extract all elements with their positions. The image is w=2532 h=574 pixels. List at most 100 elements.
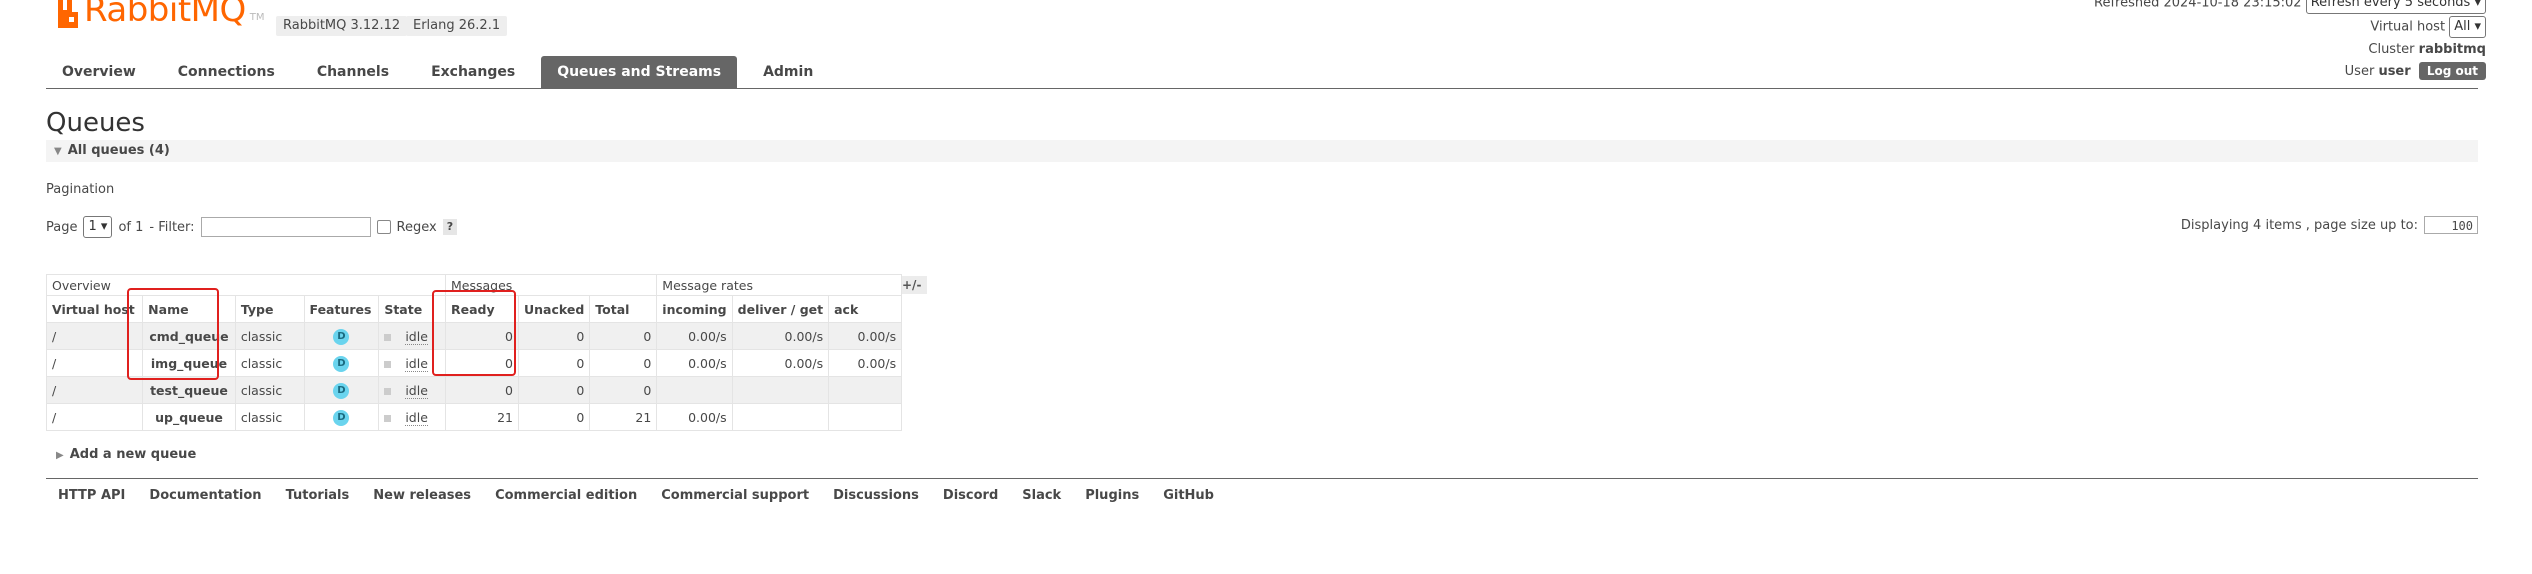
cell-incoming: 0.00/s [656, 349, 733, 377]
page-size-input[interactable]: 100 [2424, 216, 2478, 234]
table-row[interactable]: / cmd_queue classic D idle 0 0 0 0.00/s … [45, 322, 903, 350]
cell-type: classic [234, 349, 305, 377]
cell-features: D [303, 349, 380, 377]
col-name[interactable]: Name [142, 295, 236, 323]
rabbitmq-logo[interactable]: RabbitMQ TM [56, 0, 265, 34]
queue-name-link[interactable]: img_queue [142, 349, 236, 377]
table-row[interactable]: / img_queue classic D idle 0 0 0 0.00/s … [45, 349, 903, 377]
cell-vhost: / [45, 376, 144, 404]
col-type[interactable]: Type [234, 295, 305, 323]
footer-link-slack[interactable]: Slack [1022, 488, 1061, 503]
cluster-label: Cluster [2368, 42, 2415, 57]
col-ack[interactable]: ack [828, 295, 903, 323]
tab-admin[interactable]: Admin [747, 56, 829, 88]
tab-queues-and-streams[interactable]: Queues and Streams [541, 56, 738, 88]
cell-type: classic [234, 376, 305, 404]
col-unacked[interactable]: Unacked [517, 295, 591, 323]
triangle-right-icon: ▶ [56, 450, 64, 461]
state-indicator-icon [384, 414, 392, 422]
cell-type: classic [234, 403, 305, 431]
pagination-label: Pagination [46, 182, 115, 197]
footer-link-new-releases[interactable]: New releases [373, 488, 471, 503]
refresh-row: Refreshed 2024-10-18 23:15:02 Refresh ev… [2094, 0, 2486, 14]
add-new-queue-toggle[interactable]: ▶ Add a new queue [56, 447, 196, 462]
state-text: idle [405, 382, 428, 399]
footer-link-github[interactable]: GitHub [1163, 488, 1214, 503]
queues-table: Overview Messages Message rates Virtual … [45, 274, 903, 431]
tab-exchanges[interactable]: Exchanges [415, 56, 531, 88]
col-features[interactable]: Features [303, 295, 380, 323]
footer-links: HTTP API Documentation Tutorials New rel… [58, 488, 1238, 503]
cell-incoming: 0.00/s [656, 403, 733, 431]
col-deliver-get[interactable]: deliver / get [731, 295, 830, 323]
vhost-label: Virtual host [2370, 19, 2446, 35]
regex-checkbox[interactable] [376, 220, 391, 234]
all-queues-section-toggle[interactable]: ▼ All queues (4) [46, 140, 2478, 162]
col-total[interactable]: Total [589, 295, 658, 323]
group-message-rates: Message rates [656, 274, 903, 296]
rabbit-logo-icon [56, 0, 80, 28]
cell-state: idle [378, 376, 446, 404]
erlang-version-badge: Erlang 26.2.1 [406, 16, 508, 36]
footer-link-http-api[interactable]: HTTP API [58, 488, 125, 503]
help-icon[interactable]: ? [442, 219, 458, 235]
refresh-interval-select[interactable]: Refresh every 5 seconds ▾ [2305, 0, 2486, 14]
page-select[interactable]: 1 ▾ [83, 216, 113, 238]
filter-input[interactable] [200, 217, 371, 237]
col-virtual-host[interactable]: Virtual host [45, 295, 144, 323]
tab-connections[interactable]: Connections [162, 56, 291, 88]
displaying-info: Displaying 4 items , page size up to: 10… [2181, 216, 2478, 234]
col-ready[interactable]: Ready [445, 295, 519, 323]
table-row[interactable]: / test_queue classic D idle 0 0 0 [45, 376, 903, 404]
add-new-queue-label: Add a new queue [69, 447, 197, 462]
all-queues-label: All queues (4) [67, 143, 170, 158]
col-state[interactable]: State [378, 295, 446, 323]
cell-unacked: 0 [517, 349, 591, 377]
cell-unacked: 0 [517, 403, 591, 431]
regex-label: Regex [396, 219, 437, 235]
cell-total: 0 [589, 322, 658, 350]
logo-text: RabbitMQ [84, 0, 246, 30]
cell-features: D [303, 376, 380, 404]
footer-link-commercial-edition[interactable]: Commercial edition [495, 488, 637, 503]
cell-total: 21 [589, 403, 658, 431]
chevron-down-icon: ▾ [2474, 0, 2481, 10]
cell-vhost: / [45, 322, 144, 350]
cell-state: idle [378, 322, 446, 350]
page-title: Queues [46, 108, 145, 138]
footer-link-discord[interactable]: Discord [943, 488, 998, 503]
state-indicator-icon [384, 387, 392, 395]
footer-link-documentation[interactable]: Documentation [149, 488, 261, 503]
queue-name-link[interactable]: up_queue [142, 403, 236, 431]
tab-channels[interactable]: Channels [301, 56, 405, 88]
footer-link-tutorials[interactable]: Tutorials [286, 488, 350, 503]
rabbitmq-version-badge: RabbitMQ 3.12.12 [276, 16, 408, 36]
user-label: User [2344, 64, 2375, 79]
footer-link-plugins[interactable]: Plugins [1085, 488, 1139, 503]
cell-ack [828, 403, 903, 431]
table-row[interactable]: / up_queue classic D idle 21 0 21 0.00/s [45, 403, 903, 431]
state-indicator-icon [384, 333, 392, 341]
tab-overview[interactable]: Overview [46, 56, 152, 88]
cell-deliver-get [731, 376, 830, 404]
queue-name-link[interactable]: test_queue [142, 376, 236, 404]
cell-ack [828, 376, 903, 404]
queue-name-link[interactable]: cmd_queue [142, 322, 236, 350]
cell-incoming [656, 376, 733, 404]
cell-ready: 0 [445, 349, 519, 377]
vhost-select[interactable]: All ▾ [2449, 16, 2486, 38]
cell-vhost: / [45, 349, 144, 377]
col-incoming[interactable]: incoming [656, 295, 733, 323]
page-of-label: of 1 [118, 219, 144, 235]
durable-badge: D [333, 383, 350, 399]
logout-button[interactable]: Log out [2418, 62, 2486, 80]
user-name: user [2378, 64, 2411, 79]
footer-link-discussions[interactable]: Discussions [833, 488, 919, 503]
table-column-header: Virtual host Name Type Features State Re… [45, 295, 903, 323]
footer-link-commercial-support[interactable]: Commercial support [661, 488, 809, 503]
displaying-text: Displaying 4 items , page size up to: [2180, 217, 2418, 233]
cell-deliver-get: 0.00/s [731, 322, 830, 350]
durable-badge: D [333, 410, 350, 426]
durable-badge: D [333, 329, 350, 345]
cell-state: idle [378, 349, 446, 377]
